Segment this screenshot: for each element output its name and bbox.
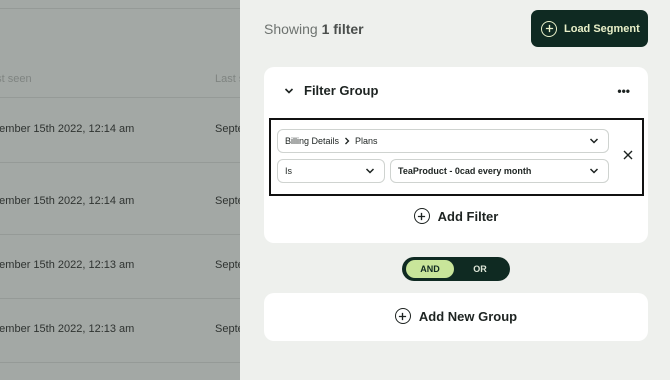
divider bbox=[0, 8, 240, 9]
operator-value: Is bbox=[285, 166, 293, 176]
add-filter-button[interactable]: Add Filter bbox=[264, 208, 648, 224]
operator-select[interactable]: Is bbox=[277, 159, 385, 183]
table-row: ptember 15th 2022, 12:13 am Septe bbox=[0, 234, 240, 299]
table-cell: Septe bbox=[215, 259, 240, 271]
filter-count: 1 filter bbox=[321, 21, 364, 37]
column-header-last: Last s bbox=[215, 73, 240, 85]
background-table: ast seen Last s ptember 15th 2022, 12:14… bbox=[0, 0, 240, 380]
chevron-down-icon[interactable] bbox=[284, 86, 294, 96]
table-header: ast seen Last s bbox=[0, 70, 240, 98]
column-header-last-seen: ast seen bbox=[0, 73, 32, 85]
load-segment-button[interactable]: Load Segment bbox=[531, 10, 648, 47]
filter-panel: Showing 1 filter Load Segment Filter Gro… bbox=[240, 0, 670, 380]
filter-group-card: Filter Group ••• Billing Details Plans I… bbox=[264, 67, 648, 243]
more-horizontal-icon[interactable]: ••• bbox=[617, 84, 630, 98]
field-select[interactable]: Billing Details Plans bbox=[277, 129, 609, 153]
table-row: ptember 15th 2022, 12:14 am Septe bbox=[0, 98, 240, 163]
table-cell: ptember 15th 2022, 12:14 am bbox=[0, 123, 135, 135]
filter-group-title: Filter Group bbox=[304, 83, 379, 98]
table-cell: Septe bbox=[215, 195, 240, 207]
chevron-down-icon bbox=[365, 168, 375, 174]
plus-circle-icon bbox=[394, 308, 411, 324]
filter-group-header[interactable]: Filter Group bbox=[284, 83, 378, 98]
add-new-group-button[interactable]: Add New Group bbox=[264, 308, 648, 324]
plus-circle-icon bbox=[413, 208, 430, 224]
field-path-part: Billing Details bbox=[285, 136, 340, 146]
and-or-toggle: AND OR bbox=[402, 257, 510, 281]
add-group-card: Add New Group bbox=[264, 293, 648, 341]
table-cell: Septe bbox=[215, 323, 240, 335]
table-cell: ptember 15th 2022, 12:14 am bbox=[0, 195, 135, 207]
add-filter-label: Add Filter bbox=[437, 208, 499, 224]
add-new-group-label: Add New Group bbox=[418, 308, 518, 324]
chevron-down-icon bbox=[589, 168, 599, 174]
table-cell: ptember 15th 2022, 12:13 am bbox=[0, 259, 135, 271]
filter-value: TeaProduct - 0cad every month bbox=[398, 166, 532, 176]
and-option[interactable]: AND bbox=[406, 260, 454, 278]
or-option[interactable]: OR bbox=[456, 260, 504, 278]
chevron-right-icon bbox=[344, 137, 350, 145]
field-path-part: Plans bbox=[355, 136, 378, 146]
chevron-down-icon bbox=[589, 138, 599, 144]
table-row: ptember 15th 2022, 12:13 am Septe bbox=[0, 298, 240, 363]
value-select[interactable]: TeaProduct - 0cad every month bbox=[390, 159, 609, 183]
table-row: ptember 15th 2022, 12:14 am Septe bbox=[0, 170, 240, 235]
table-cell: Septe bbox=[215, 123, 240, 135]
close-icon[interactable] bbox=[623, 150, 633, 160]
filter-row: Billing Details Plans Is TeaProduct - 0c… bbox=[269, 118, 644, 196]
table-cell: ptember 15th 2022, 12:13 am bbox=[0, 323, 135, 335]
load-segment-label: Load Segment bbox=[564, 22, 640, 35]
filter-count-text: Showing 1 filter bbox=[264, 21, 364, 37]
showing-prefix: Showing bbox=[264, 21, 318, 37]
plus-circle-icon bbox=[541, 20, 557, 37]
